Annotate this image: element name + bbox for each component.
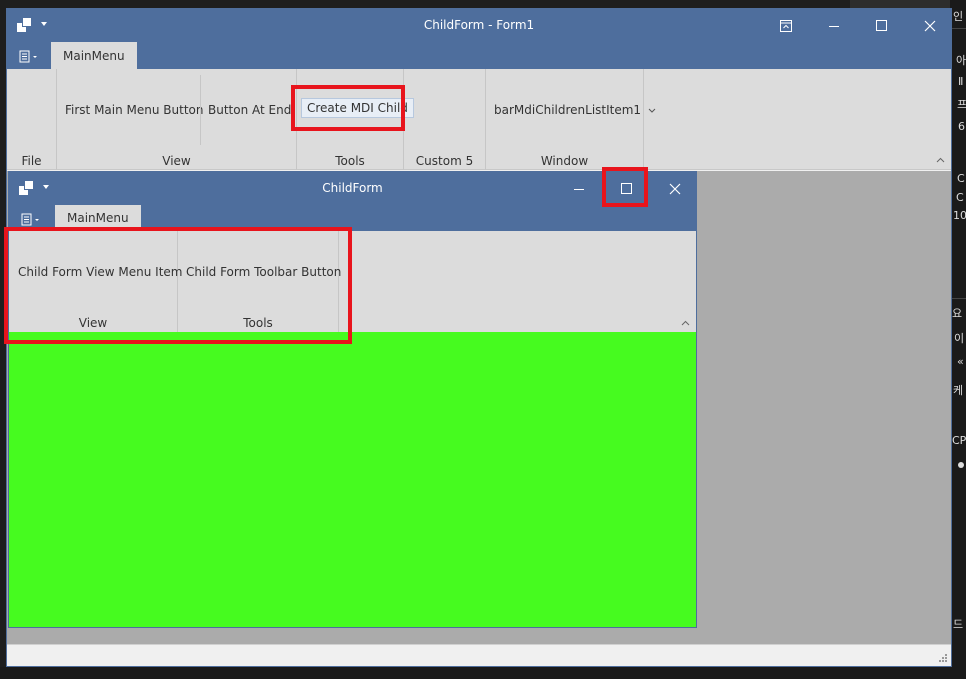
bg-text: « bbox=[957, 355, 964, 368]
child-ribbon-tab-row: MainMenu bbox=[9, 205, 696, 231]
maximize-icon bbox=[876, 19, 887, 31]
group-caption-tools: Tools bbox=[335, 154, 365, 168]
child-minimize-button[interactable] bbox=[555, 172, 603, 205]
child-form-view-menu-item[interactable]: Child Form View Menu Item bbox=[18, 265, 183, 279]
chevron-down-icon bbox=[648, 108, 656, 113]
bg-text: C bbox=[957, 172, 965, 185]
child-ribbon-group-tools: Child Form Toolbar Button Tools bbox=[178, 231, 341, 332]
bg-text: 드 bbox=[953, 618, 964, 631]
size-grip-icon[interactable] bbox=[938, 653, 948, 663]
main-window: ChildForm - Form1 MainMenu File First Ma… bbox=[6, 8, 952, 667]
main-title-bar[interactable]: ChildForm - Form1 bbox=[7, 9, 951, 42]
child-content-area bbox=[9, 332, 696, 627]
mdi-children-list-label: barMdiChildrenListItem1 bbox=[494, 103, 642, 117]
ribbon-separator bbox=[200, 75, 201, 145]
close-icon bbox=[669, 183, 681, 194]
child-window: ChildForm MainMenu Child Form View Menu … bbox=[8, 171, 697, 628]
ribbon-group-tools: Create MDI Child Tools bbox=[297, 69, 414, 170]
app-menu-button[interactable] bbox=[17, 49, 43, 65]
close-icon bbox=[924, 20, 936, 31]
child-tab-mainmenu[interactable]: MainMenu bbox=[55, 205, 141, 231]
close-button[interactable] bbox=[906, 9, 954, 42]
bg-text: C bbox=[956, 191, 964, 204]
bg-text: 요 bbox=[952, 307, 963, 320]
bg-text: CP bbox=[952, 434, 966, 447]
child-ribbon: Child Form View Menu Item View Child For… bbox=[9, 231, 696, 332]
child-group-caption-view: View bbox=[78, 316, 108, 330]
ribbon-display-options-icon bbox=[780, 19, 792, 32]
child-form-toolbar-button[interactable]: Child Form Toolbar Button bbox=[186, 265, 341, 279]
background-bottom bbox=[0, 667, 966, 679]
first-main-menu-button[interactable]: First Main Menu Button bbox=[65, 103, 204, 117]
child-app-menu-button[interactable] bbox=[19, 212, 45, 228]
ribbon-display-options-button[interactable] bbox=[762, 9, 810, 42]
ribbon-group-file: File bbox=[7, 69, 57, 170]
collapse-ribbon-icon[interactable] bbox=[936, 157, 945, 163]
child-close-button[interactable] bbox=[651, 172, 699, 205]
ribbon-group-custom5: Custom 5 bbox=[404, 69, 486, 170]
radio-dot bbox=[958, 462, 964, 468]
button-at-end[interactable]: Button At End bbox=[208, 103, 291, 117]
group-caption-custom5: Custom 5 bbox=[415, 154, 474, 168]
bg-text: 6 bbox=[958, 120, 965, 133]
group-caption-view: View bbox=[162, 154, 191, 168]
child-ribbon-group-view: Child Form View Menu Item View bbox=[9, 231, 183, 332]
minimize-icon bbox=[829, 25, 839, 27]
app-menu-icon bbox=[19, 50, 37, 63]
ribbon-group-window: barMdiChildrenListItem1 Window bbox=[486, 69, 656, 170]
bg-text: 아 bbox=[956, 54, 966, 67]
status-bar bbox=[7, 644, 951, 666]
group-caption-window: Window bbox=[540, 154, 589, 168]
maximize-button[interactable] bbox=[858, 9, 906, 42]
bg-divider bbox=[952, 28, 966, 29]
ribbon-tab-row: MainMenu bbox=[7, 42, 951, 69]
bg-text: 케 bbox=[953, 384, 964, 397]
background-window-edge bbox=[850, 0, 966, 8]
minimize-icon bbox=[574, 188, 584, 190]
bg-text: 인 bbox=[953, 10, 964, 23]
mdi-children-list-item[interactable]: barMdiChildrenListItem1 bbox=[494, 103, 656, 117]
create-mdi-child-button[interactable]: Create MDI Child bbox=[301, 98, 414, 118]
group-caption-file: File bbox=[21, 154, 42, 168]
maximize-icon bbox=[621, 182, 632, 194]
main-ribbon: File First Main Menu Button Button At En… bbox=[7, 69, 951, 170]
ribbon-group-view: First Main Menu Button Button At End Vie… bbox=[57, 69, 297, 170]
app-menu-icon bbox=[21, 213, 39, 226]
tab-mainmenu[interactable]: MainMenu bbox=[51, 42, 137, 69]
child-title-bar[interactable]: ChildForm bbox=[9, 172, 696, 205]
bg-text: Ⅱ bbox=[958, 75, 964, 88]
bg-text: 10 bbox=[953, 209, 966, 222]
child-maximize-button[interactable] bbox=[603, 172, 651, 205]
minimize-button[interactable] bbox=[810, 9, 858, 42]
bg-text: 프 bbox=[957, 98, 966, 111]
bg-divider bbox=[952, 298, 966, 299]
collapse-ribbon-icon[interactable] bbox=[681, 320, 690, 326]
child-group-caption-tools: Tools bbox=[243, 316, 273, 330]
bg-text: 이 bbox=[954, 332, 965, 345]
